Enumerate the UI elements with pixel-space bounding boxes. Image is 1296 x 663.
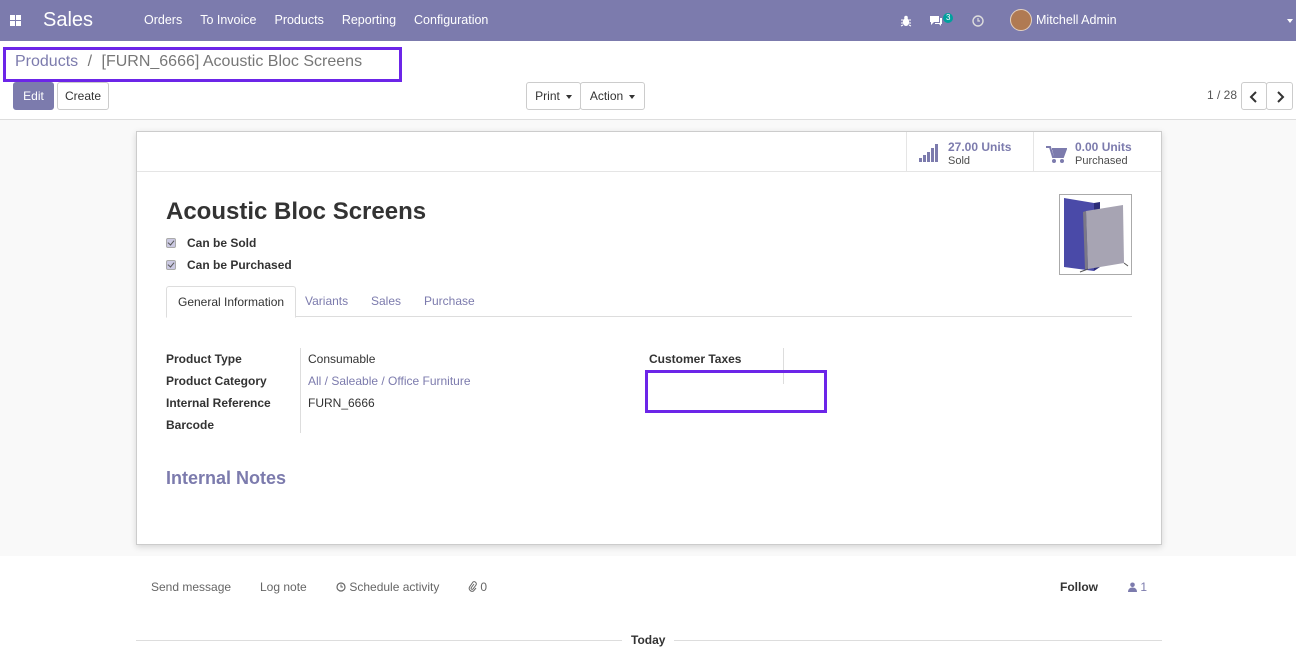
menu-orders[interactable]: Orders <box>135 0 191 41</box>
print-label: Print <box>535 89 560 103</box>
user-icon <box>1128 582 1137 592</box>
product-form-sheet: 27.00 Units Sold 0.00 Units Purchased Ac… <box>136 131 1162 545</box>
sold-label: Sold <box>948 155 971 167</box>
product-category-link[interactable]: All / Saleable / Office Furniture <box>308 374 471 388</box>
can-be-sold-row: Can be Sold <box>166 235 256 251</box>
form-tabs: General Information Variants Sales Purch… <box>166 286 1132 318</box>
product-type-label: Product Type <box>166 352 242 366</box>
create-button[interactable]: Create <box>57 82 109 110</box>
chevron-down-icon <box>1287 19 1293 23</box>
app-name: Sales <box>43 9 94 31</box>
menu-configuration[interactable]: Configuration <box>405 0 497 41</box>
attachments-count: 0 <box>480 580 488 594</box>
followers-button[interactable]: 1 <box>1128 580 1147 594</box>
edit-button[interactable]: Edit <box>13 82 54 110</box>
tab-general-information[interactable]: General Information <box>166 286 297 318</box>
sold-value: 27.00 Units <box>948 140 1012 154</box>
can-be-purchased-row: Can be Purchased <box>166 257 292 273</box>
print-dropdown-button[interactable]: Print <box>526 82 581 110</box>
main-menu: Orders To Invoice Products Reporting Con… <box>135 0 497 41</box>
internal-notes-title: Internal Notes <box>166 468 287 488</box>
activity-clock-icon[interactable] <box>972 0 984 41</box>
internal-reference-label: Internal Reference <box>166 396 271 410</box>
chat-icon[interactable] <box>929 0 943 41</box>
menu-products[interactable]: Products <box>265 0 332 41</box>
purchased-value: 0.00 Units <box>1075 140 1132 154</box>
product-name: Acoustic Bloc Screens <box>166 198 427 225</box>
send-message-button[interactable]: Send message <box>151 580 231 594</box>
barcode-label: Barcode <box>166 418 215 432</box>
apps-menu-icon[interactable] <box>10 15 21 26</box>
sold-smart-button[interactable]: 27.00 Units Sold <box>906 132 1034 171</box>
top-navbar: Sales Orders To Invoice Products Reporti… <box>0 0 1296 68</box>
attachments-button[interactable]: 0 <box>468 580 487 594</box>
purchased-label: Purchased <box>1075 155 1128 167</box>
follow-button[interactable]: Follow <box>1060 580 1098 594</box>
product-image[interactable] <box>1059 194 1132 275</box>
message-count-badge: 3 <box>943 13 954 23</box>
customer-taxes-label: Customer Taxes <box>649 352 742 366</box>
today-label: Today <box>622 633 675 647</box>
product-category-label: Product Category <box>166 374 267 388</box>
highlight-box-customer-taxes <box>645 370 827 413</box>
tab-purchase[interactable]: Purchase <box>413 286 486 318</box>
action-dropdown-button[interactable]: Action <box>580 82 645 110</box>
internal-reference-value: FURN_6666 <box>308 396 375 410</box>
tab-sales[interactable]: Sales <box>360 286 412 318</box>
chatter: Send message Log note Schedule activity … <box>0 556 1296 663</box>
menu-to-invoice[interactable]: To Invoice <box>191 0 265 41</box>
smart-buttons-bar: 27.00 Units Sold 0.00 Units Purchased <box>137 132 1161 172</box>
signal-chart-icon <box>919 144 940 162</box>
paperclip-icon <box>468 581 477 592</box>
previous-record-button[interactable] <box>1241 82 1267 110</box>
highlight-box-breadcrumb <box>3 47 402 82</box>
chevron-right-icon <box>1276 91 1284 103</box>
next-record-button[interactable] <box>1266 82 1293 110</box>
can-be-sold-checkbox[interactable] <box>166 238 176 248</box>
field-divider-left <box>300 348 301 433</box>
pager-value[interactable]: 1 / 28 <box>1207 88 1237 102</box>
can-be-purchased-label: Can be Purchased <box>187 258 292 272</box>
menu-reporting[interactable]: Reporting <box>333 0 405 41</box>
chevron-left-icon <box>1249 91 1257 103</box>
purchased-smart-button[interactable]: 0.00 Units Purchased <box>1033 132 1161 171</box>
shopping-cart-icon <box>1046 146 1067 163</box>
can-be-purchased-checkbox[interactable] <box>166 260 176 270</box>
avatar[interactable] <box>1010 9 1032 31</box>
schedule-activity-label: Schedule activity <box>349 580 440 594</box>
tab-variants[interactable]: Variants <box>294 286 359 318</box>
can-be-sold-label: Can be Sold <box>187 236 257 250</box>
product-type-value: Consumable <box>308 352 376 366</box>
followers-count: 1 <box>1140 580 1148 594</box>
clock-icon <box>336 582 346 592</box>
schedule-activity-button[interactable]: Schedule activity <box>336 580 439 594</box>
action-label: Action <box>589 89 624 103</box>
log-note-button[interactable]: Log note <box>260 580 307 594</box>
bug-icon[interactable] <box>900 0 912 41</box>
